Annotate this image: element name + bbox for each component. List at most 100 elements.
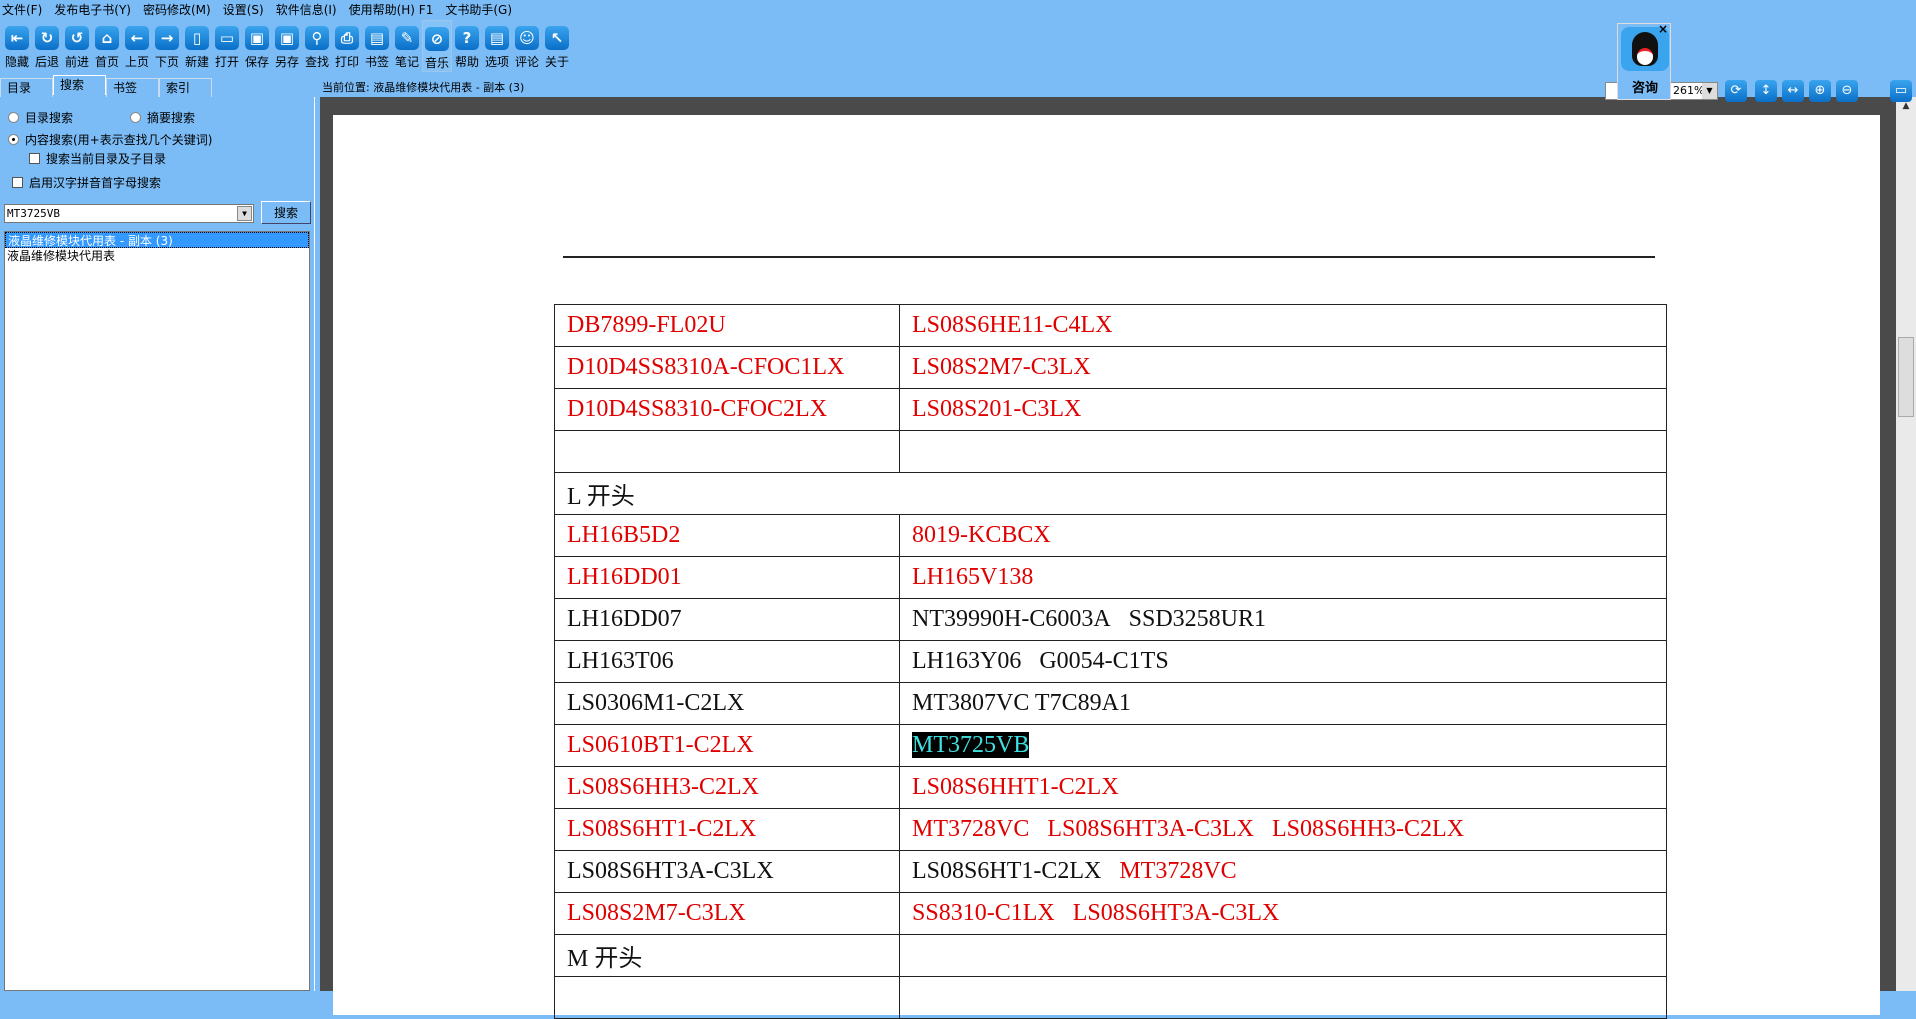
toolbar-button-15[interactable]: ? 帮助 — [452, 20, 482, 72]
toolbar-button-10[interactable]: ⚲ 查找 — [302, 20, 332, 72]
radio-content-search[interactable]: 内容搜索(用+表示查找几个关键词) — [8, 131, 212, 148]
part-number: MT3728VC — [912, 816, 1030, 842]
search-button[interactable]: 搜索 — [261, 201, 311, 224]
fit-height-icon[interactable]: ↕ — [1755, 80, 1777, 102]
toolbar-label: 保存 — [244, 55, 269, 69]
table-cell: LH16DD01 — [554, 556, 900, 599]
save-as-icon: ▣ — [275, 26, 299, 50]
toolbar-button-1[interactable]: ↻ 后退 — [32, 20, 62, 72]
bookmark-icon: ▤ — [365, 26, 389, 50]
toolbar-button-6[interactable]: ▯ 新建 — [182, 20, 212, 72]
toolbar-label: 另存 — [274, 55, 299, 69]
checkbox[interactable] — [29, 153, 40, 164]
checkbox-subdir[interactable]: 搜索当前目录及子目录 — [29, 150, 166, 167]
zoom-select[interactable]: 261% ▼ — [1670, 82, 1718, 100]
scroll-thumb[interactable] — [1898, 337, 1914, 417]
tab-3[interactable]: 索引 — [159, 78, 212, 97]
toolbar-label: 打开 — [214, 55, 239, 69]
toolbar-button-8[interactable]: ▣ 保存 — [242, 20, 272, 72]
toolbar-button-9[interactable]: ▣ 另存 — [272, 20, 302, 72]
toolbar-button-12[interactable]: ▤ 书签 — [362, 20, 392, 72]
radio[interactable] — [130, 112, 141, 123]
toolbar-button-3[interactable]: ⌂ 首页 — [92, 20, 122, 72]
menu-item[interactable]: 设置(S) — [223, 1, 264, 18]
table-cell: MT3807VC T7C89A1 — [899, 682, 1667, 725]
fullscreen-icon[interactable]: ▭ — [1890, 80, 1912, 102]
menu-item[interactable]: 密码修改(M) — [143, 1, 211, 18]
menu-item[interactable]: 文书助手(G) — [445, 1, 512, 18]
table-row: LH16B5D2 8019-KCBCX — [554, 514, 1667, 557]
menu-item[interactable]: 文件(F) — [2, 1, 42, 18]
toolbar-button-2[interactable]: ↺ 前进 — [62, 20, 92, 72]
qq-consult-widget[interactable]: × 咨询 — [1617, 22, 1671, 100]
radio-catalog-search[interactable]: 目录搜索 — [8, 109, 73, 126]
part-number: 8019-KCBCX — [912, 522, 1051, 548]
radio[interactable] — [8, 134, 19, 145]
toolbar-button-18[interactable]: ↖ 关于 — [542, 20, 572, 72]
menu-item[interactable]: 软件信息(I) — [276, 1, 337, 18]
chevron-down-icon[interactable]: ▼ — [237, 206, 252, 221]
menu-item[interactable]: 发布电子书(Y) — [54, 1, 131, 18]
table-cell: LH163T06 — [554, 640, 900, 683]
part-number: G0054-C1TS — [1039, 648, 1169, 674]
toolbar-label: 查找 — [304, 55, 329, 69]
part-number: LH163T06 — [567, 648, 674, 674]
search-results-list: 液晶维修模块代用表 - 副本 (3) 液晶维修模块代用表 — [4, 231, 310, 991]
chevron-down-icon[interactable]: ▼ — [1702, 83, 1717, 99]
table-row: L 开头 — [554, 472, 1667, 515]
rotate-icon[interactable]: ⟳ — [1725, 80, 1747, 102]
print-icon: ⎙ — [335, 26, 359, 50]
toolbar-label: 上页 — [124, 55, 149, 69]
toolbar-button-5[interactable]: → 下页 — [152, 20, 182, 72]
part-number: LS08S2M7-C3LX — [912, 354, 1091, 380]
radio[interactable] — [8, 112, 19, 123]
back-rotate-icon: ↻ — [35, 26, 59, 50]
toolbar-button-0[interactable]: ⇤ 隐藏 — [2, 20, 32, 72]
table-row: LH16DD01 LH165V138 — [554, 556, 1667, 599]
table-row — [554, 976, 1667, 1019]
close-icon[interactable]: × — [1658, 22, 1668, 36]
toolbar-button-4[interactable]: ← 上页 — [122, 20, 152, 72]
open-folder-icon: ▭ — [215, 26, 239, 50]
toolbar-button-14[interactable]: ⊘ 音乐 — [422, 20, 452, 72]
label: 搜索当前目录及子目录 — [46, 152, 167, 166]
table-cell: LS08S6HT3A-C3LX — [554, 850, 900, 893]
hide-icon: ⇤ — [5, 26, 29, 50]
menu-item[interactable]: 使用帮助(H) F1 — [349, 1, 434, 18]
toolbar-button-13[interactable]: ✎ 笔记 — [392, 20, 422, 72]
part-number: MT3728VC — [1119, 858, 1237, 884]
list-item[interactable]: 液晶维修模块代用表 - 副本 (3) — [5, 232, 309, 248]
search-input[interactable]: MT3725VB ▼ — [4, 204, 254, 223]
part-number: LH165V138 — [912, 564, 1034, 590]
part-number: LS08S6HT3A-C3LX — [567, 858, 774, 884]
tab-0[interactable]: 目录 — [0, 78, 53, 97]
zoom-in-icon[interactable]: ⊕ — [1809, 80, 1831, 102]
part-number: D10D4SS8310-CFOC2LX — [567, 396, 828, 422]
toolbar-label: 首页 — [94, 55, 119, 69]
toolbar-button-17[interactable]: ☺ 评论 — [512, 20, 542, 72]
list-item[interactable]: 液晶维修模块代用表 — [5, 248, 309, 264]
part-number: L 开头 — [567, 484, 635, 510]
part-number: SS8310-C1LX — [912, 900, 1055, 926]
part-number: LH16B5D2 — [567, 522, 681, 548]
search-panel: 目录搜索 摘要搜索 内容搜索(用+表示查找几个关键词) 搜索当前目录及子目录 启… — [0, 97, 315, 991]
vertical-scrollbar[interactable]: ▲ — [1896, 97, 1916, 991]
toolbar-label: 新建 — [184, 55, 209, 69]
tab-1[interactable]: 搜索 — [53, 75, 106, 95]
document-page: DB7899-FL02U LS08S6HE11-C4LX D10D4SS8310A-… — [333, 115, 1880, 1019]
radio-summary-search[interactable]: 摘要搜索 — [130, 109, 195, 126]
fit-width-icon[interactable]: ↔ — [1782, 80, 1804, 102]
toolbar-label: 书签 — [364, 55, 389, 69]
toolbar-label: 下页 — [154, 55, 179, 69]
cursor-icon: ↖ — [545, 26, 569, 50]
table-cell: LH16DD07 — [554, 598, 900, 641]
toolbar-button-11[interactable]: ⎙ 打印 — [332, 20, 362, 72]
zoom-out-icon[interactable]: ⊖ — [1836, 80, 1858, 102]
part-number: LS08S6HE11-C4LX — [912, 312, 1113, 338]
toolbar-button-16[interactable]: ▤ 选项 — [482, 20, 512, 72]
checkbox-pinyin[interactable]: 启用汉字拼音首字母搜索 — [12, 174, 161, 191]
toolbar-button-7[interactable]: ▭ 打开 — [212, 20, 242, 72]
checkbox[interactable] — [12, 177, 23, 188]
table-cell: LS08S6HT1-C2LX — [554, 808, 900, 851]
tab-2[interactable]: 书签 — [106, 78, 159, 97]
